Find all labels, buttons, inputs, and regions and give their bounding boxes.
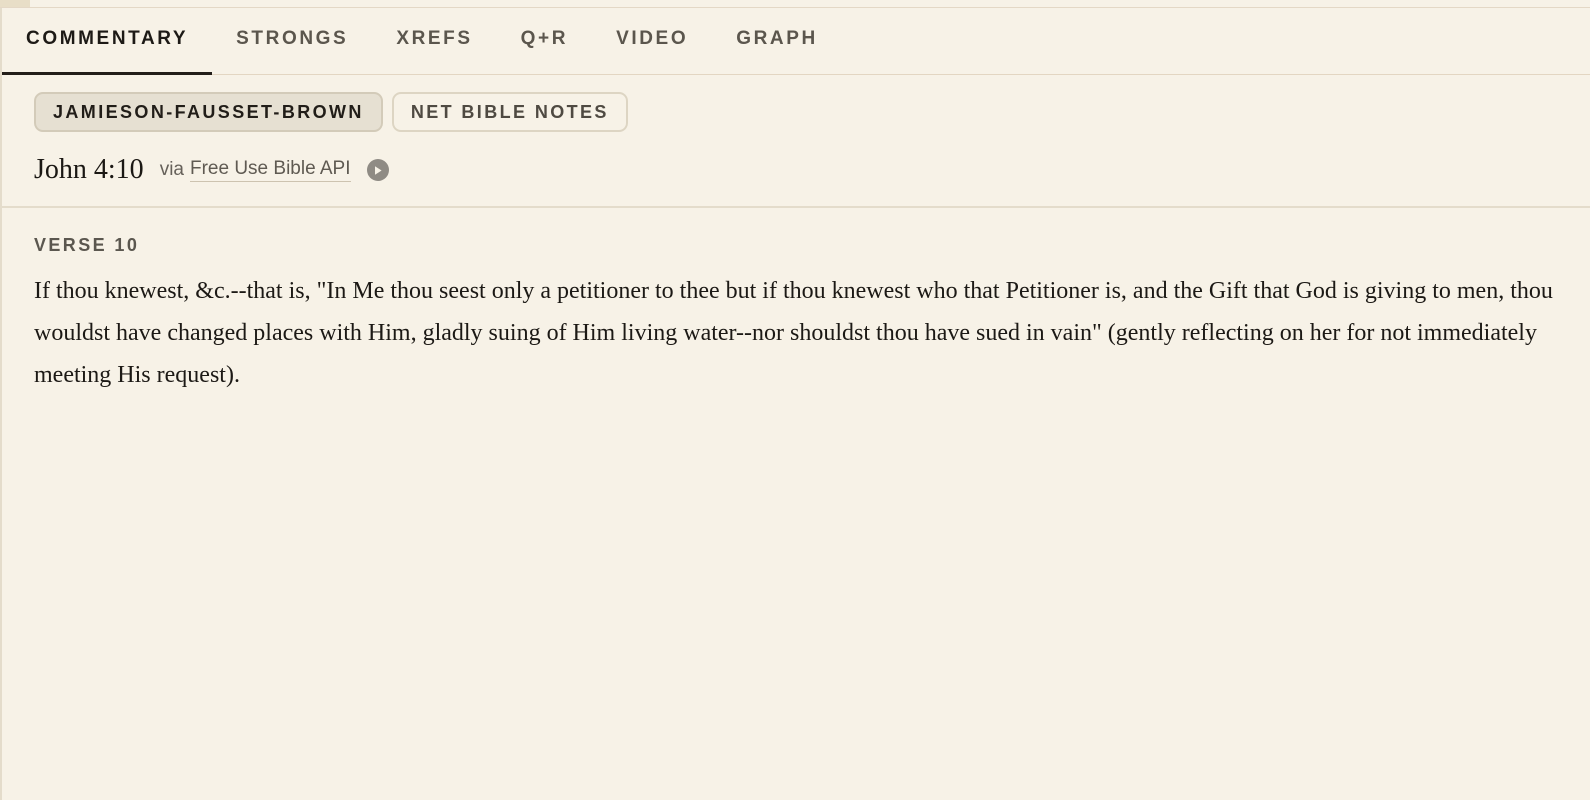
tab-graph[interactable]: GRAPH xyxy=(712,8,842,74)
verse-label: VERSE 10 xyxy=(34,235,140,255)
top-strip xyxy=(0,0,1590,8)
source-net-bible-notes-button[interactable]: NET BIBLE NOTES xyxy=(391,92,628,132)
tab-video[interactable]: VIDEO xyxy=(592,8,712,74)
verse-reference-title: John 4:10 xyxy=(34,154,144,185)
play-circle-icon[interactable] xyxy=(366,159,389,181)
tab-strongs[interactable]: STRONGS xyxy=(212,8,372,74)
section-divider xyxy=(2,206,1590,208)
top-strip-marker xyxy=(0,0,30,7)
tab-q-r[interactable]: Q+R xyxy=(497,8,592,74)
commentary-source-selector: JAMIESON-FAUSSET-BROWN NET BIBLE NOTES xyxy=(34,92,628,132)
via-label: via xyxy=(159,159,184,180)
reference-line: John 4:10 via Free Use Bible API xyxy=(34,150,389,190)
tab-bar: COMMENTARY STRONGS XREFS Q+R VIDEO GRAPH xyxy=(2,8,1590,75)
source-jamieson-fausset-brown-button[interactable]: JAMIESON-FAUSSET-BROWN xyxy=(34,92,383,132)
tab-commentary[interactable]: COMMENTARY xyxy=(2,8,213,75)
left-border xyxy=(0,0,2,800)
tab-xrefs[interactable]: XREFS xyxy=(372,8,496,74)
source-api-link[interactable]: Free Use Bible API xyxy=(189,158,351,182)
commentary-text: If thou knewest, &c.--that is, "In Me th… xyxy=(34,278,1553,388)
